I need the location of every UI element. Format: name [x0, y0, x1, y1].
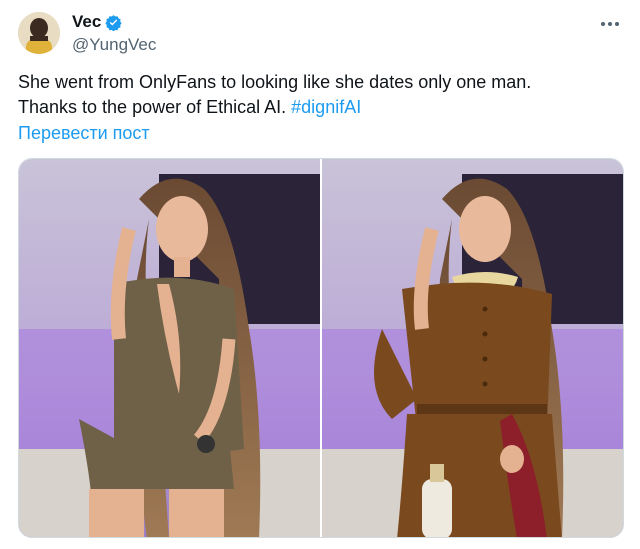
- author-name-row: Vec: [72, 12, 122, 32]
- display-name[interactable]: Vec: [72, 12, 101, 32]
- media-grid: [18, 158, 624, 538]
- photo-after-image: [322, 159, 623, 537]
- avatar-image: [18, 12, 60, 54]
- avatar[interactable]: [18, 12, 60, 54]
- hashtag-link[interactable]: #dignifAI: [291, 97, 361, 117]
- media-photo-after[interactable]: [322, 159, 623, 537]
- tweet-text-line1: She went from OnlyFans to looking like s…: [18, 72, 532, 92]
- tweet: Vec @YungVec She went from OnlyFans to l…: [0, 0, 640, 549]
- more-horizontal-icon[interactable]: [600, 12, 620, 30]
- media-photo-before[interactable]: [19, 159, 320, 537]
- photo-before-image: [19, 159, 320, 537]
- verified-badge-icon: [105, 14, 122, 31]
- translate-post-link[interactable]: Перевести пост: [18, 123, 150, 144]
- author-handle[interactable]: @YungVec: [72, 35, 156, 55]
- tweet-text-line2: Thanks to the power of Ethical AI.: [18, 97, 292, 117]
- tweet-text: She went from OnlyFans to looking like s…: [18, 70, 622, 120]
